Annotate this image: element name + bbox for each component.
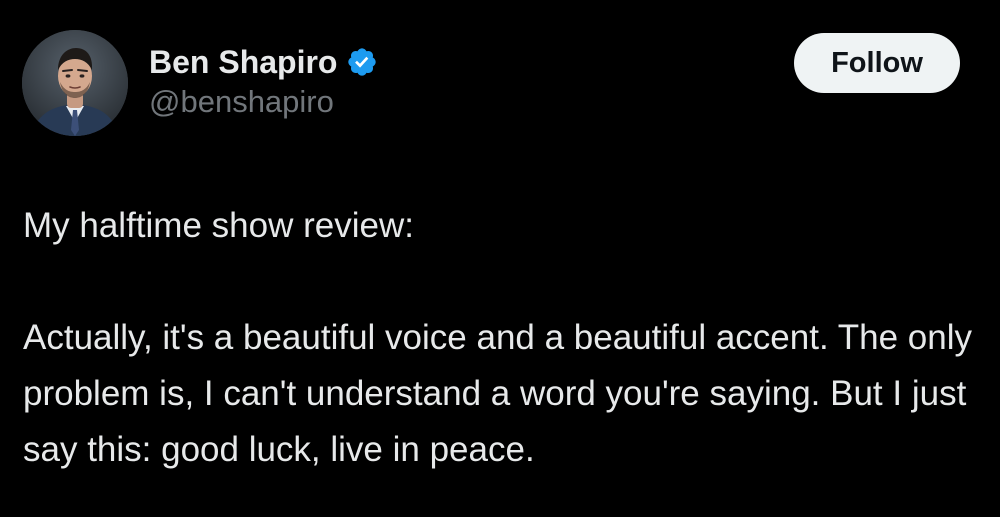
tweet-header: Ben Shapiro @benshapiro Follow: [22, 30, 982, 140]
author-block: Ben Shapiro @benshapiro: [149, 42, 378, 120]
tweet-paragraph: Actually, it's a beautiful voice and a b…: [23, 318, 973, 469]
tweet-paragraph: My halftime show review:: [23, 206, 414, 245]
follow-button[interactable]: Follow: [794, 33, 960, 93]
display-name-row: Ben Shapiro: [149, 42, 378, 82]
tweet-card: Ben Shapiro @benshapiro Follow My halfti…: [0, 0, 1000, 517]
user-photo-avatar-icon: [22, 30, 128, 136]
tweet-body: My halftime show review: Actually, it's …: [23, 198, 983, 478]
avatar[interactable]: [22, 30, 128, 136]
user-handle[interactable]: @benshapiro: [149, 84, 378, 120]
verified-badge-icon[interactable]: [346, 46, 378, 78]
display-name[interactable]: Ben Shapiro: [149, 44, 337, 81]
